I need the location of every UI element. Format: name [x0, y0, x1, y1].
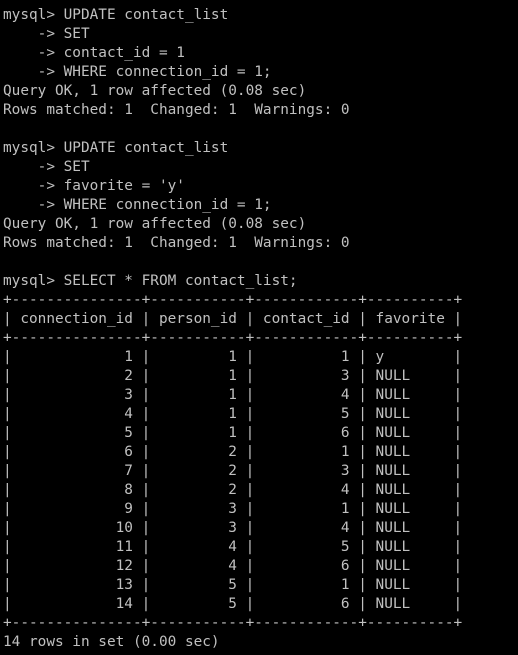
- continuation-line: -> WHERE connection_id = 1;: [3, 197, 272, 213]
- table-row: | 3 | 1 | 4 | NULL |: [3, 387, 463, 403]
- table-row: | 8 | 2 | 4 | NULL |: [3, 482, 463, 498]
- table-row: | 6 | 2 | 1 | NULL |: [3, 444, 463, 460]
- table-row: | 9 | 3 | 1 | NULL |: [3, 501, 463, 517]
- continuation-line: -> SET: [3, 159, 90, 175]
- table-row: | 7 | 2 | 3 | NULL |: [3, 463, 463, 479]
- continuation-line: -> WHERE connection_id = 1;: [3, 64, 272, 80]
- mysql-prompt-line: mysql> UPDATE contact_list: [3, 7, 229, 23]
- query-result-line: Query OK, 1 row affected (0.08 sec): [3, 216, 307, 232]
- table-row: | 12 | 4 | 6 | NULL |: [3, 558, 463, 574]
- continuation-line: -> contact_id = 1: [3, 45, 185, 61]
- rows-matched-line: Rows matched: 1 Changed: 1 Warnings: 0: [3, 235, 350, 251]
- table-header-row: | connection_id | person_id | contact_id…: [3, 311, 463, 327]
- table-row: | 4 | 1 | 5 | NULL |: [3, 406, 463, 422]
- table-row: | 1 | 1 | 1 | y |: [3, 349, 463, 365]
- table-border: +---------------+-----------+-----------…: [3, 615, 463, 631]
- continuation-line: -> SET: [3, 26, 90, 42]
- table-border: +---------------+-----------+-----------…: [3, 292, 463, 308]
- mysql-prompt-line: mysql> SELECT * FROM contact_list;: [3, 273, 298, 289]
- query-result-line: Query OK, 1 row affected (0.08 sec): [3, 83, 307, 99]
- table-row: | 2 | 1 | 3 | NULL |: [3, 368, 463, 384]
- continuation-line: -> favorite = 'y': [3, 178, 185, 194]
- table-row: | 5 | 1 | 6 | NULL |: [3, 425, 463, 441]
- table-row: | 11 | 4 | 5 | NULL |: [3, 539, 463, 555]
- table-border: +---------------+-----------+-----------…: [3, 330, 463, 346]
- rows-matched-line: Rows matched: 1 Changed: 1 Warnings: 0: [3, 102, 350, 118]
- mysql-prompt-line: mysql> UPDATE contact_list: [3, 140, 229, 156]
- table-row: | 13 | 5 | 1 | NULL |: [3, 577, 463, 593]
- table-row: | 10 | 3 | 4 | NULL |: [3, 520, 463, 536]
- rows-in-set-line: 14 rows in set (0.00 sec): [3, 634, 220, 650]
- terminal-output[interactable]: mysql> UPDATE contact_list -> SET -> con…: [0, 0, 518, 655]
- table-row: | 14 | 5 | 6 | NULL |: [3, 596, 463, 612]
